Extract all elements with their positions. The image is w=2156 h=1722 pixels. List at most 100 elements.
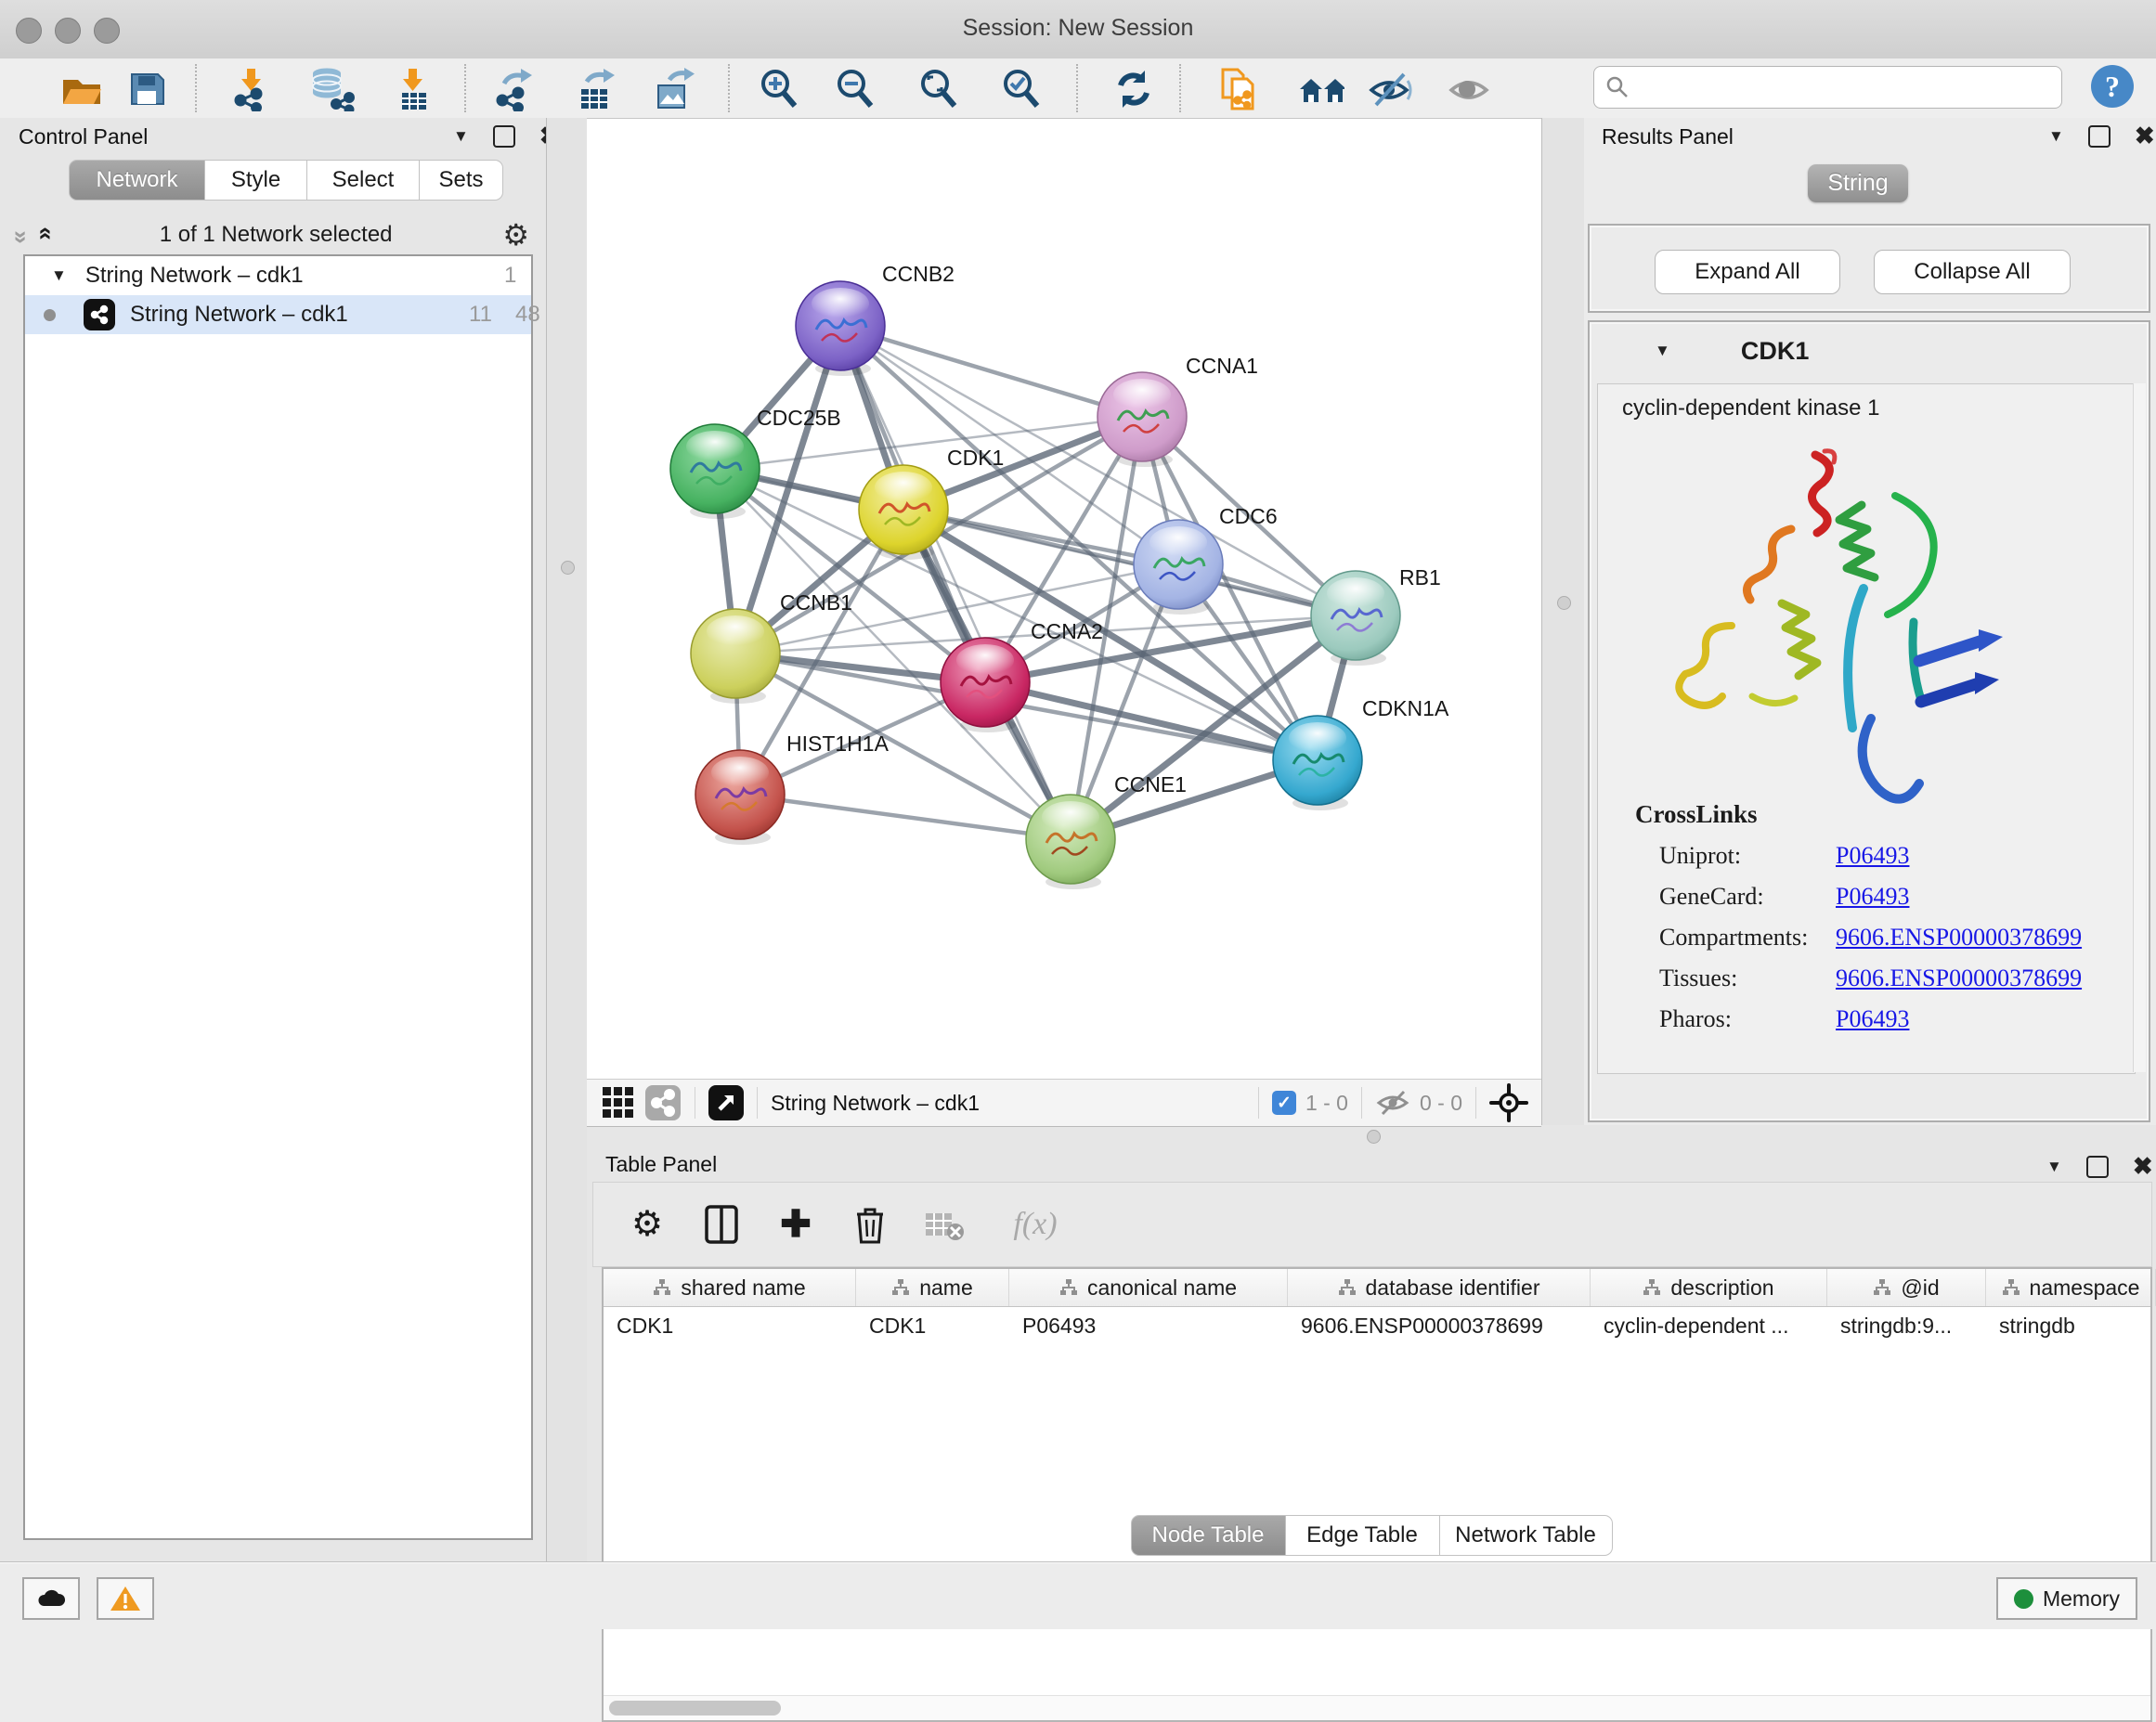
zoom-selected-button[interactable] (998, 66, 1045, 112)
memory-button[interactable]: Memory (1996, 1577, 2137, 1620)
import-table-button[interactable] (390, 66, 436, 112)
table-horizontal-scrollbar[interactable] (604, 1695, 2150, 1720)
table-cell[interactable]: CDK1 (604, 1314, 856, 1339)
add-column-button[interactable]: ✚ (775, 1204, 816, 1245)
selected-checkbox-icon[interactable]: ✓ (1272, 1091, 1296, 1115)
panel-menu-icon[interactable]: ▼ (453, 127, 469, 146)
panel-menu-icon[interactable]: ▼ (2046, 1158, 2062, 1176)
collapse-all-button[interactable]: Collapse All (1874, 250, 2071, 294)
expand-all-button[interactable]: Expand All (1655, 250, 1840, 294)
table-cell[interactable]: stringdb:9... (1827, 1314, 1986, 1339)
table-cell[interactable]: CDK1 (856, 1314, 1009, 1339)
show-hidden-button[interactable] (1447, 66, 1493, 112)
show-all-networks-button[interactable] (1298, 66, 1344, 112)
panel-menu-icon[interactable]: ▼ (2048, 127, 2064, 146)
network-graph[interactable]: CCNB2CCNA1CDC25BCDK1CDC6RB1CCNB1CCNA2CDK… (587, 119, 1541, 1080)
table-cell[interactable]: 9606.ENSP00000378699 (1288, 1314, 1591, 1339)
column-header-database-identifier[interactable]: database identifier (1288, 1269, 1591, 1306)
protein-header[interactable]: ▼ CDK1 (1590, 322, 2149, 380)
tab-sets[interactable]: Sets (420, 160, 503, 201)
import-network-database-button[interactable] (308, 66, 355, 112)
crosslink-link[interactable]: P06493 (1836, 883, 1909, 911)
grid-view-button[interactable] (600, 1082, 637, 1123)
warnings-button[interactable] (97, 1577, 154, 1620)
hide-selected-button[interactable] (1367, 66, 1413, 112)
table-cell[interactable]: stringdb (1986, 1314, 2156, 1339)
panel-float-icon[interactable] (2086, 1156, 2109, 1178)
tab-style[interactable]: Style (205, 160, 307, 201)
save-session-button[interactable] (123, 66, 170, 112)
search-field[interactable] (1593, 66, 2062, 109)
export-image-icon (651, 67, 695, 111)
toolbar-separator (195, 64, 197, 112)
scrollbar-thumb[interactable] (609, 1701, 781, 1716)
column-header-shared-name[interactable]: shared name (604, 1269, 856, 1306)
show-columns-button[interactable] (701, 1204, 742, 1245)
crosslink-link[interactable]: 9606.ENSP00000378699 (1836, 965, 2082, 992)
tab-edge-table[interactable]: Edge Table (1286, 1515, 1440, 1556)
right-splitter[interactable] (1541, 118, 1586, 1125)
export-network-button[interactable] (490, 66, 537, 112)
crosslink-link[interactable]: P06493 (1836, 1005, 1909, 1033)
tab-network-table[interactable]: Network Table (1440, 1515, 1613, 1556)
table-settings-button[interactable]: ⚙ (627, 1204, 668, 1245)
network-tree: ▼ String Network – cdk1 1 String Network… (23, 254, 533, 1540)
expand-all-icon[interactable]: » (30, 230, 58, 240)
crosslinks-heading: CrossLinks (1635, 800, 2082, 829)
collection-count: 1 (504, 263, 516, 289)
table-cell[interactable]: cyclin-dependent ... (1591, 1314, 1827, 1339)
duplicate-documents-icon (1215, 66, 1260, 112)
left-splitter[interactable] (546, 118, 589, 1561)
panel-float-icon[interactable] (493, 125, 515, 148)
share-view-button[interactable] (644, 1082, 682, 1123)
birds-eye-toggle[interactable] (708, 1085, 744, 1120)
results-panel: Results Panel ▼ ✖ String Expand All Coll… (1584, 118, 2156, 1125)
delete-column-button[interactable] (850, 1204, 890, 1245)
horizontal-splitter[interactable] (587, 1125, 2156, 1148)
zoom-fit-button[interactable] (916, 66, 962, 112)
crosslink-link[interactable]: 9606.ENSP00000378699 (1836, 924, 2082, 952)
tab-network[interactable]: Network (69, 160, 205, 201)
zoom-in-button[interactable] (756, 66, 802, 112)
tree-expander-icon[interactable]: ▼ (51, 266, 67, 285)
tab-string[interactable]: String (1808, 164, 1908, 202)
network-canvas[interactable]: CCNB2CCNA1CDC25BCDK1CDC6RB1CCNB1CCNA2CDK… (587, 118, 1541, 1080)
zoom-out-button[interactable] (832, 66, 878, 112)
search-input[interactable] (1637, 70, 2061, 105)
gear-icon[interactable]: ⚙ (502, 220, 529, 250)
cloud-button[interactable] (22, 1577, 80, 1620)
column-header-namespace[interactable]: namespace (1986, 1269, 2156, 1306)
table-row[interactable]: CDK1CDK1P064939606.ENSP00000378699cyclin… (604, 1307, 2150, 1344)
export-image-button[interactable] (650, 66, 696, 112)
column-header--id[interactable]: @id (1827, 1269, 1986, 1306)
column-type-icon (891, 1278, 910, 1297)
column-header-canonical-name[interactable]: canonical name (1009, 1269, 1288, 1306)
network-collection-row[interactable]: ▼ String Network – cdk1 1 (25, 256, 531, 295)
clone-network-button[interactable] (1214, 66, 1261, 112)
collection-label: String Network – cdk1 (85, 263, 304, 289)
column-type-icon (1059, 1278, 1078, 1297)
main-toolbar: ? (0, 58, 2156, 119)
tab-node-table[interactable]: Node Table (1131, 1515, 1286, 1556)
network-row[interactable]: String Network – cdk1 11 48 (25, 295, 531, 334)
export-table-button[interactable] (571, 66, 617, 112)
network-status-dot (44, 309, 56, 321)
protein-result-box: ▼ CDK1 cyclin-dependent kinase 1 (1588, 320, 2150, 1122)
table-cell[interactable]: P06493 (1009, 1314, 1288, 1339)
import-network-file-button[interactable] (228, 66, 275, 112)
panel-float-icon[interactable] (2088, 125, 2111, 148)
refresh-layout-button[interactable] (1110, 66, 1157, 112)
panel-close-icon[interactable]: ✖ (2135, 122, 2155, 150)
open-session-button[interactable] (58, 66, 105, 112)
tab-select[interactable]: Select (307, 160, 420, 201)
memory-status-dot (2014, 1589, 2033, 1609)
crosshair-icon[interactable] (1489, 1083, 1528, 1122)
column-header-description[interactable]: description (1591, 1269, 1827, 1306)
results-scrollbar[interactable] (2133, 383, 2146, 1072)
column-header-name[interactable]: name (856, 1269, 1009, 1306)
help-button[interactable]: ? (2091, 65, 2134, 108)
network-view-title: String Network – cdk1 (771, 1091, 980, 1116)
crosslink-link[interactable]: P06493 (1836, 842, 1909, 870)
section-expander-icon[interactable]: ▼ (1655, 342, 1670, 360)
panel-close-icon[interactable]: ✖ (2133, 1152, 2153, 1181)
